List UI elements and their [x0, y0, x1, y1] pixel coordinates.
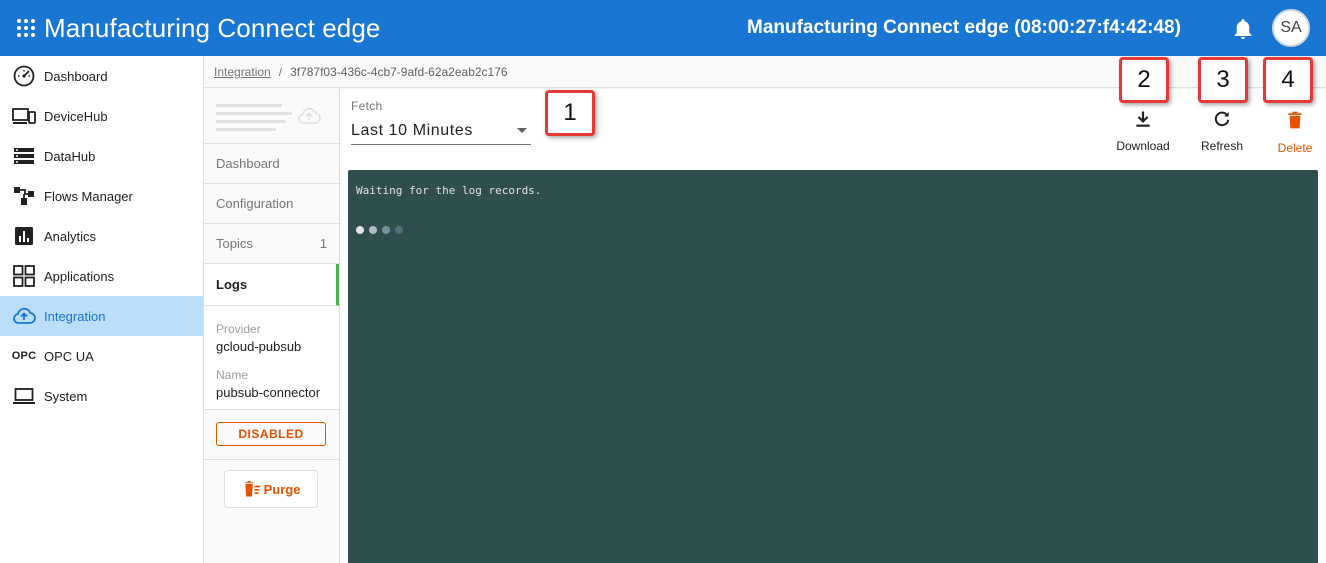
refresh-label: Refresh — [1200, 139, 1244, 153]
analytics-icon — [12, 224, 36, 248]
sidebar-item-label: Applications — [44, 268, 115, 284]
cloud-upload-icon — [12, 304, 36, 328]
connector-info: Provider gcloud-pubsub Name pubsub-conne… — [204, 306, 339, 410]
sidebar-item-devicehub[interactable]: DeviceHub — [0, 96, 203, 136]
sidebar-item-label: Integration — [44, 308, 106, 324]
sidebar-item-label: Dashboard — [44, 68, 108, 84]
tab-label: Configuration — [216, 196, 294, 211]
sidebar-item-label: System — [44, 388, 88, 404]
tab-logs[interactable]: Logs — [204, 264, 339, 306]
purge-label: Purge — [263, 481, 301, 497]
provider-value: gcloud-pubsub — [216, 339, 302, 354]
topics-count-badge: 1 — [319, 236, 327, 251]
fetch-select-container: Fetch Last 10 Minutes — [351, 99, 531, 145]
status-container: DISABLED — [204, 410, 339, 460]
tab-dashboard[interactable]: Dashboard — [204, 144, 339, 184]
sidebar-item-datahub[interactable]: DataHub — [0, 136, 203, 176]
fetch-label: Fetch — [351, 99, 383, 113]
sidebar-item-label: DeviceHub — [44, 108, 108, 124]
breadcrumb-current: 3f787f03-436c-4cb7-9afd-62a2eab2c176 — [290, 64, 508, 79]
chevron-down-icon — [517, 128, 527, 133]
flows-icon — [12, 184, 36, 208]
trash-icon — [1288, 111, 1302, 129]
delete-label: Delete — [1277, 141, 1313, 155]
loading-dots-icon — [356, 226, 403, 234]
refresh-icon — [1214, 111, 1230, 127]
user-avatar[interactable]: SA — [1272, 9, 1310, 47]
sidebar-item-opc-ua[interactable]: OPC OPC UA — [0, 336, 203, 376]
tab-label: Dashboard — [216, 156, 280, 171]
console-message: Waiting for the log records. — [356, 184, 542, 197]
name-value: pubsub-connector — [216, 385, 321, 400]
sidebar-item-system[interactable]: System — [0, 376, 203, 416]
sidebar-item-label: Analytics — [44, 228, 97, 244]
purge-trash-icon — [244, 481, 260, 497]
opc-icon: OPC — [11, 350, 37, 362]
sidebar-item-applications[interactable]: Applications — [0, 256, 203, 296]
breadcrumb-separator: / — [278, 64, 283, 79]
speedometer-icon — [12, 64, 36, 88]
tab-topics[interactable]: Topics 1 — [204, 224, 339, 264]
devices-icon — [12, 104, 36, 128]
callout-2: 2 — [1119, 57, 1169, 103]
name-label: Name — [216, 368, 249, 382]
tab-configuration[interactable]: Configuration — [204, 184, 339, 224]
callout-1: 1 — [545, 90, 595, 136]
sidebar-item-analytics[interactable]: Analytics — [0, 216, 203, 256]
fetch-selected-value: Last 10 Minutes — [351, 121, 473, 139]
sidebar-item-integration[interactable]: Integration — [0, 296, 203, 336]
download-label: Download — [1116, 139, 1170, 153]
device-title: Manufacturing Connect edge (08:00:27:f4:… — [747, 17, 1181, 38]
logs-panel: Fetch Last 10 Minutes Download Refresh D… — [340, 89, 1326, 563]
laptop-icon — [12, 384, 36, 408]
sidebar-item-label: DataHub — [44, 148, 96, 164]
integration-subnav: Dashboard Configuration Topics 1 Logs Pr… — [204, 88, 340, 563]
callout-3: 3 — [1198, 57, 1248, 103]
download-icon — [1136, 111, 1150, 127]
callout-4: 4 — [1263, 57, 1313, 103]
tab-label: Topics — [216, 236, 253, 251]
storage-icon — [12, 144, 36, 168]
status-badge: DISABLED — [216, 422, 326, 446]
app-launcher-icon[interactable] — [16, 18, 36, 38]
refresh-button[interactable]: Refresh — [1187, 109, 1257, 153]
sidebar-item-label: OPC UA — [44, 348, 94, 364]
breadcrumb-link-integration[interactable]: Integration — [214, 65, 271, 79]
sidebar-item-label: Flows Manager — [44, 188, 133, 204]
delete-button[interactable]: Delete — [1260, 109, 1326, 155]
app-title: Manufacturing Connect edge — [44, 12, 381, 43]
provider-logo — [204, 88, 339, 144]
notifications-bell-icon[interactable] — [1233, 18, 1253, 40]
apps-grid-icon — [12, 264, 36, 288]
sidebar-item-dashboard[interactable]: Dashboard — [0, 56, 203, 96]
provider-label: Provider — [216, 322, 261, 336]
sidebar-nav: Dashboard DeviceHub DataHub Flows Manage… — [0, 56, 204, 563]
tab-label: Logs — [216, 277, 248, 292]
cloud-upload-icon — [294, 104, 324, 133]
download-button[interactable]: Download — [1108, 109, 1178, 153]
fetch-select[interactable]: Last 10 Minutes — [351, 117, 531, 145]
sidebar-item-flows-manager[interactable]: Flows Manager — [0, 176, 203, 216]
log-console[interactable]: Waiting for the log records. — [348, 170, 1318, 563]
top-app-bar: Manufacturing Connect edge Manufacturing… — [0, 0, 1326, 56]
purge-button[interactable]: Purge — [224, 470, 318, 508]
